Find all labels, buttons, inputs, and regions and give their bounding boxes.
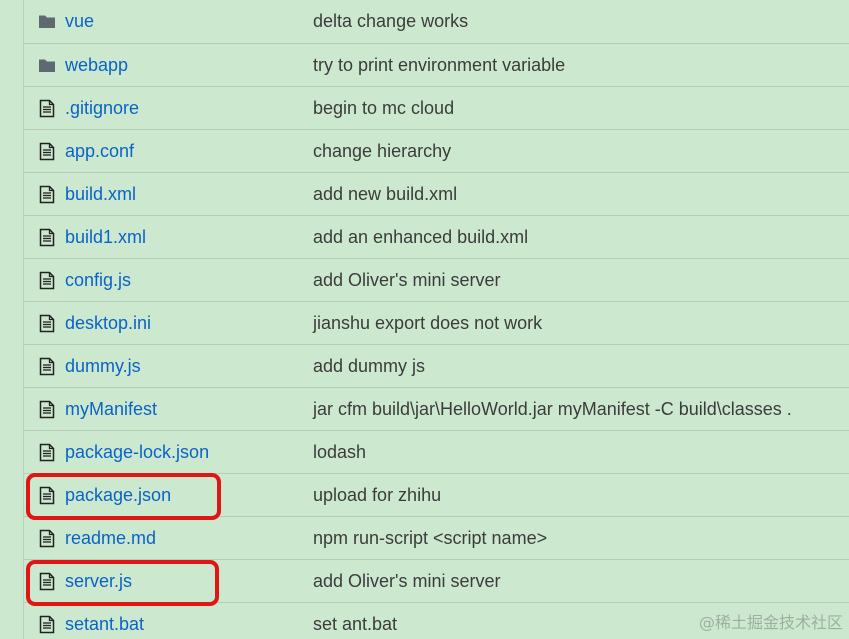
folder-icon [38,56,56,75]
file-row[interactable]: .gitignore begin to mc cloud [24,87,849,130]
commit-message-link[interactable]: try to print environment variable [313,44,565,87]
file-row[interactable]: dummy.js add dummy js [24,345,849,388]
file-name-link[interactable]: vue [65,0,94,43]
file-icon [38,400,56,419]
commit-message-link[interactable]: set ant.bat [313,603,397,639]
file-icon [38,271,56,290]
commit-message-link[interactable]: add Oliver's mini server [313,560,501,603]
commit-message-link[interactable]: lodash [313,431,366,474]
file-icon [38,228,56,247]
file-row[interactable]: app.conf change hierarchy [24,130,849,173]
file-name-link[interactable]: desktop.ini [65,302,151,345]
file-row[interactable]: package.json upload for zhihu [24,474,849,517]
file-name-link[interactable]: package-lock.json [65,431,209,474]
file-row[interactable]: readme.md npm run-script <script name> [24,517,849,560]
file-row[interactable]: package-lock.json lodash [24,431,849,474]
file-icon [38,142,56,161]
folder-icon [38,12,56,31]
commit-message-link[interactable]: jar cfm build\jar\HelloWorld.jar myManif… [313,388,792,431]
commit-message-link[interactable]: add new build.xml [313,173,457,216]
commit-message-link[interactable]: add dummy js [313,345,425,388]
file-name-link[interactable]: setant.bat [65,603,144,639]
file-name-link[interactable]: .gitignore [65,87,139,130]
file-icon [38,314,56,333]
file-name-link[interactable]: app.conf [65,130,134,173]
file-name-link[interactable]: server.js [65,560,132,603]
file-icon [38,572,56,591]
file-icon [38,185,56,204]
commit-message-link[interactable]: upload for zhihu [313,474,441,517]
file-browser: vue delta change works webapp try to print … [0,0,849,639]
commit-message-link[interactable]: change hierarchy [313,130,451,173]
file-row[interactable]: myManifest jar cfm build\jar\HelloWorld.j… [24,388,849,431]
file-row[interactable]: vue delta change works [24,0,849,44]
file-icon [38,486,56,505]
commit-message-link[interactable]: add an enhanced build.xml [313,216,528,259]
file-name-link[interactable]: config.js [65,259,131,302]
file-icon [38,357,56,376]
file-row[interactable]: build1.xml add an enhanced build.xml [24,216,849,259]
file-icon [38,615,56,634]
file-name-link[interactable]: webapp [65,44,128,87]
commit-message-link[interactable]: begin to mc cloud [313,87,454,130]
watermark: @稀土掘金技术社区 [698,613,843,632]
commit-message-link[interactable]: npm run-script <script name> [313,517,547,560]
commit-message-link[interactable]: delta change works [313,0,468,43]
file-row[interactable]: desktop.ini jianshu export does not work [24,302,849,345]
file-name-link[interactable]: readme.md [65,517,156,560]
file-name-link[interactable]: package.json [65,474,171,517]
file-name-link[interactable]: build.xml [65,173,136,216]
file-name-link[interactable]: build1.xml [65,216,146,259]
file-icon [38,443,56,462]
file-row[interactable]: webapp try to print environment variable [24,44,849,87]
file-row[interactable]: server.js add Oliver's mini server [24,560,849,603]
file-icon [38,529,56,548]
file-list: vue delta change works webapp try to print … [23,0,849,639]
file-name-link[interactable]: dummy.js [65,345,141,388]
commit-message-link[interactable]: jianshu export does not work [313,302,542,345]
file-icon [38,99,56,118]
commit-message-link[interactable]: add Oliver's mini server [313,259,501,302]
file-row[interactable]: config.js add Oliver's mini server [24,259,849,302]
file-row[interactable]: build.xml add new build.xml [24,173,849,216]
file-name-link[interactable]: myManifest [65,388,157,431]
